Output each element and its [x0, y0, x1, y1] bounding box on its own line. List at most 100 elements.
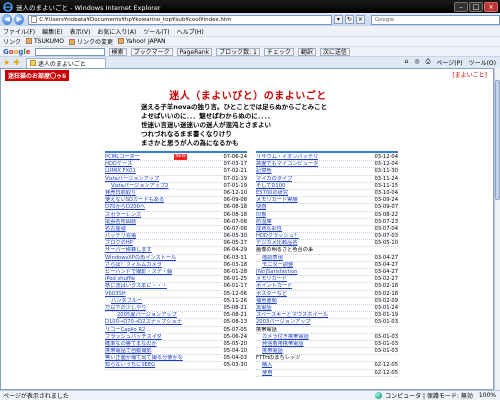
article-link[interactable]: ズボラーレンズ — [105, 212, 141, 218]
article-link[interactable]: サーバー移籍します — [105, 247, 152, 253]
article-link[interactable]: リコーCaplio R2 — [105, 327, 145, 333]
article-link[interactable]: [No]Satisfaction — [256, 269, 298, 275]
article-link[interactable]: 携帯電話 — [256, 348, 283, 354]
list-item[interactable]: 階調表現 03-04-27 — [256, 255, 398, 262]
favorites-star-icon[interactable]: ★ — [3, 58, 10, 67]
dropdown-arrow-icon[interactable]: ▾ — [333, 15, 343, 24]
article-link[interactable]: 記憶色 — [256, 168, 272, 174]
list-item[interactable]: 印象 03-08-22 — [256, 212, 398, 219]
menu-favorites[interactable]: お気に入り(A) — [97, 27, 136, 36]
article-link[interactable]: 尾張名所図絵 — [105, 219, 136, 225]
list-item[interactable]: 知らないうちにSEEG 05-03-30 — [105, 362, 247, 370]
link-item[interactable]: TSUKUMO — [26, 38, 64, 45]
article-link[interactable]: 知らないうちにSEEG — [105, 362, 155, 368]
list-item[interactable]: スペースキーとマウスホイール 03-01-19 — [256, 312, 398, 320]
article-link[interactable]: WindowsXPの再インストール — [105, 255, 176, 261]
list-item[interactable]: 快感 03-09-07 — [256, 204, 398, 212]
scrollbar-thumb[interactable] — [495, 80, 500, 200]
article-link[interactable]: 購入 — [256, 362, 272, 368]
article-link[interactable]: 補色書類 — [256, 298, 277, 304]
list-item[interactable]: 2003バージョンアップ 03-01-03 — [256, 319, 398, 327]
menu-help[interactable]: ヘルプ(H) — [177, 27, 204, 36]
article-link[interactable]: HDDクラッシュ？ — [256, 233, 299, 239]
article-link[interactable]: バッテリ充電 — [105, 233, 136, 239]
link-item[interactable]: Yahoo! JAPAN — [117, 38, 166, 45]
article-link[interactable]: リサウム・イオンバッテリ — [256, 154, 318, 160]
list-item[interactable]: V603SH 05-12-06 — [105, 291, 247, 298]
list-item[interactable]: WindowsXPの再インストール 06-03-31 — [105, 255, 247, 262]
article-link[interactable]: デジカメ比較品名 — [256, 240, 298, 246]
list-item[interactable]: 祭に流ばいクス本に・・・ 06-01-17 — [105, 283, 247, 291]
spell-check-button[interactable]: チェック — [263, 47, 294, 56]
list-item[interactable]: リコーCaplio R2 05-07-05 — [105, 327, 247, 334]
list-item[interactable]: 携帯電話で自動撮影 05-04-10 — [105, 348, 247, 356]
list-item[interactable]: 黒電話 03-01-24 — [256, 305, 398, 313]
list-item[interactable]: LUMIX FX01 07-02-21 — [105, 168, 247, 176]
article-link[interactable]: PCMLコーダー — [105, 154, 140, 160]
article-link[interactable]: 祭に流ばいクス本に・・・ — [105, 283, 167, 289]
article-link[interactable]: 印象 — [256, 212, 266, 218]
article-link[interactable]: ボスターなど — [256, 291, 287, 297]
list-item[interactable]: Vistaバージョンアップ 07-01-19 — [105, 176, 247, 183]
article-link[interactable]: メモリカード実験 — [256, 197, 298, 203]
list-item[interactable]: E5700の研究 03-10-04 — [256, 190, 398, 198]
list-item[interactable]: そしてD100 03-11-15 — [256, 183, 398, 190]
article-link[interactable]: 確率なの勝てまなのか — [105, 341, 157, 347]
list-item[interactable]: D70からD200へ 06-08-18 — [105, 204, 247, 212]
list-item[interactable]: 無い正面が撮て出て撮る分使かな 05-04-03 — [105, 355, 247, 363]
site-banner[interactable]: 迷狂猫のお部屋〇ゥδ — [5, 70, 70, 81]
list-item[interactable]: 携帯電話 03-01-03 — [256, 348, 398, 356]
list-item[interactable]: 2005夏バージョンアップ 05-08-21 — [105, 312, 247, 320]
article-link[interactable]: ハンダブルー — [105, 298, 142, 304]
print-icon[interactable]: ⎙ — [426, 58, 431, 67]
list-item[interactable]: 万以下の少しやり 05-08-21 — [105, 305, 247, 313]
list-item[interactable]: 発信着用携帯電話 03-01-03 — [256, 341, 398, 349]
article-link[interactable]: 階調表現 — [256, 255, 283, 261]
article-link[interactable]: Vistaバージョンアップ2 — [105, 183, 169, 189]
list-item[interactable]: Vistaバージョンアップ2 07-01-19 — [105, 183, 247, 190]
article-link[interactable]: D70からD200へ — [105, 204, 145, 210]
article-link[interactable]: 使用 — [256, 370, 272, 376]
minimize-button[interactable]: – — [454, 1, 468, 12]
article-link[interactable]: マイカのタイプ — [256, 176, 292, 182]
article-link[interactable]: 快感 — [256, 204, 266, 210]
popup-block-button[interactable]: ブロック数: 1 — [216, 47, 260, 56]
article-link[interactable]: LUMIX FX01 — [105, 168, 136, 174]
list-item[interactable]: デジカメ比較品名 03-05-10 — [256, 240, 398, 248]
list-item[interactable]: D100→D70→D2スナップショナ 05-08-13 — [105, 319, 247, 327]
site-top-link[interactable]: [まよいごと] — [452, 70, 487, 79]
address-bar[interactable]: C:¥Users¥nobata¥Documents¥hp¥kowarino_to… — [28, 14, 332, 25]
list-item[interactable]: リサウム・イオンバッテリ 03-12-04 — [256, 154, 398, 162]
list-item[interactable]: 確率なの勝てまなのか 05-05-20 — [105, 341, 247, 349]
article-link[interactable]: メモリカード — [256, 276, 287, 282]
send-to-button[interactable]: 次に送信 — [319, 47, 350, 56]
refresh-icon[interactable]: ↻ — [344, 15, 354, 24]
tools-menu[interactable]: ツール(O) — [469, 58, 496, 67]
list-item[interactable]: ズボラーレンズ 06-08-18 — [105, 212, 247, 219]
google-search-input[interactable] — [34, 47, 105, 56]
close-button[interactable]: × — [484, 1, 498, 12]
list-item[interactable]: メモリカード実験 03-09-24 — [256, 197, 398, 205]
list-item[interactable]: 防湿庫 03-07-23 — [256, 219, 398, 226]
google-search-button[interactable]: 検索 — [108, 47, 127, 56]
link-item[interactable]: リンクの変更 — [68, 37, 113, 46]
article-link[interactable]: iPod shuffle — [105, 276, 135, 282]
article-link[interactable]: D100→D70→D2スナップショナ — [105, 319, 182, 325]
list-item[interactable]: HDDケース 07-03-17 — [105, 161, 247, 169]
list-item[interactable]: マイカのタイプ 03-11-24 — [256, 176, 398, 183]
menu-edit[interactable]: 編集(E) — [42, 27, 62, 36]
article-link[interactable]: 2005夏バージョンアップ — [105, 312, 177, 318]
list-item[interactable]: [No]Satisfaction 03-04-27 — [256, 269, 398, 277]
article-link[interactable]: 高度でもマイコンピュータ — [256, 161, 318, 167]
article-link[interactable]: 無い正面が撮て出て撮る分使かな — [105, 355, 183, 361]
article-link[interactable]: 名古屋城 — [105, 226, 126, 232]
menu-tools[interactable]: ツール(T) — [143, 27, 169, 36]
list-item[interactable]: 発売日前取り 06-12-10 — [105, 190, 247, 198]
search-input[interactable]: Google — [370, 14, 500, 25]
article-link[interactable]: 黒電話 — [256, 305, 272, 311]
menu-view[interactable]: 表示(V) — [70, 27, 91, 36]
list-item[interactable]: 使えないSDカードもある 06-09-08 — [105, 197, 247, 205]
tab-current[interactable]: 迷人のまよいごと — [25, 57, 106, 68]
article-link[interactable]: V603SH — [105, 291, 126, 297]
translate-button[interactable]: 翻訳 — [297, 47, 316, 56]
